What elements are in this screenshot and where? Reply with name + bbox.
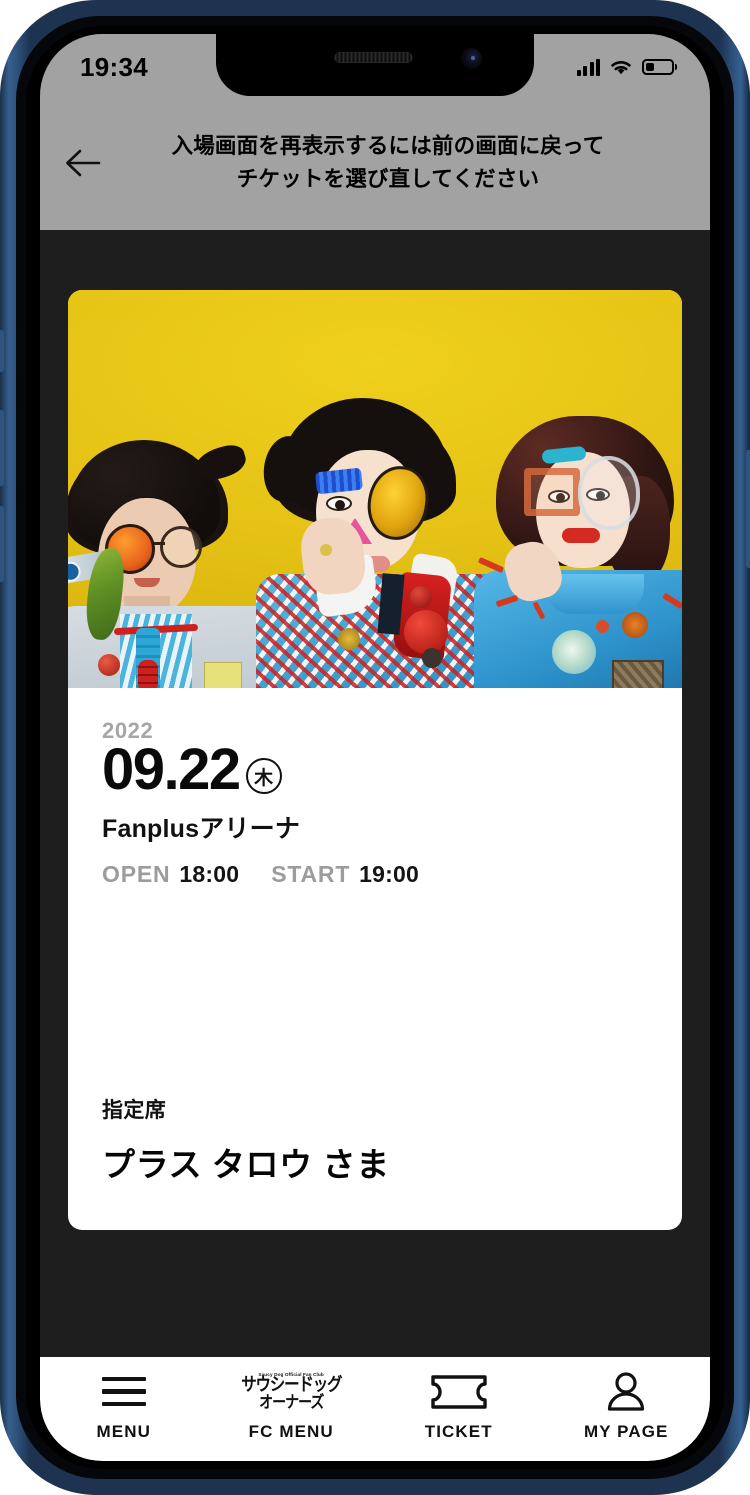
phone-notch [216,34,534,96]
fc-logo-line2: オーナーズ [259,1393,324,1412]
cellular-signal-icon [576,58,600,76]
nav-item-fc-menu[interactable]: Saucy Dog Official Fan Club サウシードッグ オーナー… [208,1357,376,1461]
wifi-icon [611,61,631,75]
fc-logo-icon: Saucy Dog Official Fan Club サウシードッグ オーナー… [241,1371,342,1413]
event-weekday-badge: 木 [245,758,282,795]
volume-down-button[interactable] [0,506,4,582]
silent-switch[interactable] [0,330,4,372]
event-times: OPEN 18:00 START 19:00 [102,861,648,888]
event-date: 09.22 [102,737,241,802]
bottom-navigation: MENU Saucy Dog Official Fan Club サウシードッグ… [40,1357,710,1461]
artist-photo [68,290,682,688]
ticket-info: 2022 09.22 木 Fanplusアリーナ OPEN 18:00 STAR… [68,688,682,1230]
nav-label-menu: MENU [96,1421,151,1441]
nav-item-my-page[interactable]: MY PAGE [543,1357,711,1461]
person-icon [605,1371,647,1413]
volume-up-button[interactable] [0,410,4,486]
ticket-card[interactable]: 2022 09.22 木 Fanplusアリーナ OPEN 18:00 STAR… [68,290,682,1230]
status-icons [576,58,674,76]
header-title: 入場画面を再表示するには前の画面に戻って チケットを選び直してください [171,134,605,191]
earpiece-speaker-icon [334,52,413,63]
main-content: 2022 09.22 木 Fanplusアリーナ OPEN 18:00 STAR… [40,230,710,1357]
ticket-holder: 指定席 プラス タロウ さま [102,1094,390,1186]
event-date-row: 09.22 木 [102,737,648,802]
nav-label-ticket: TICKET [424,1421,493,1441]
fc-logo-line1: サウシードッグ [241,1374,342,1396]
nav-label-fc-menu: FC MENU [248,1421,334,1441]
back-button[interactable] [40,96,126,230]
phone-screen: 19:34 入場画面を再表示するには前の画面に戻って チケットを選び直してくださ… [40,34,710,1461]
start-time: 19:00 [359,860,419,887]
status-time: 19:34 [80,51,148,82]
seat-type: 指定席 [102,1099,167,1122]
back-arrow-icon [66,149,101,177]
open-label: OPEN [102,860,171,887]
start-label: START [271,860,351,887]
band-member-left [68,428,284,688]
event-venue: Fanplusアリーナ [102,814,301,843]
band-member-center [256,398,510,688]
open-time: 18:00 [179,860,240,887]
band-member-right [474,412,682,688]
hamburger-menu-icon [101,1371,146,1413]
power-button[interactable] [746,450,750,568]
nav-item-menu[interactable]: MENU [40,1357,208,1461]
nav-item-ticket[interactable]: TICKET [375,1357,543,1461]
nav-label-my-page: MY PAGE [583,1421,669,1441]
holder-name: プラス タロウ さま [102,1146,390,1183]
battery-icon [642,59,674,75]
front-camera-icon [461,48,482,69]
ticket-icon [430,1371,488,1413]
phone-frame: 19:34 入場画面を再表示するには前の画面に戻って チケットを選び直してくださ… [0,0,750,1495]
app-header: 入場画面を再表示するには前の画面に戻って チケットを選び直してください [40,96,710,230]
